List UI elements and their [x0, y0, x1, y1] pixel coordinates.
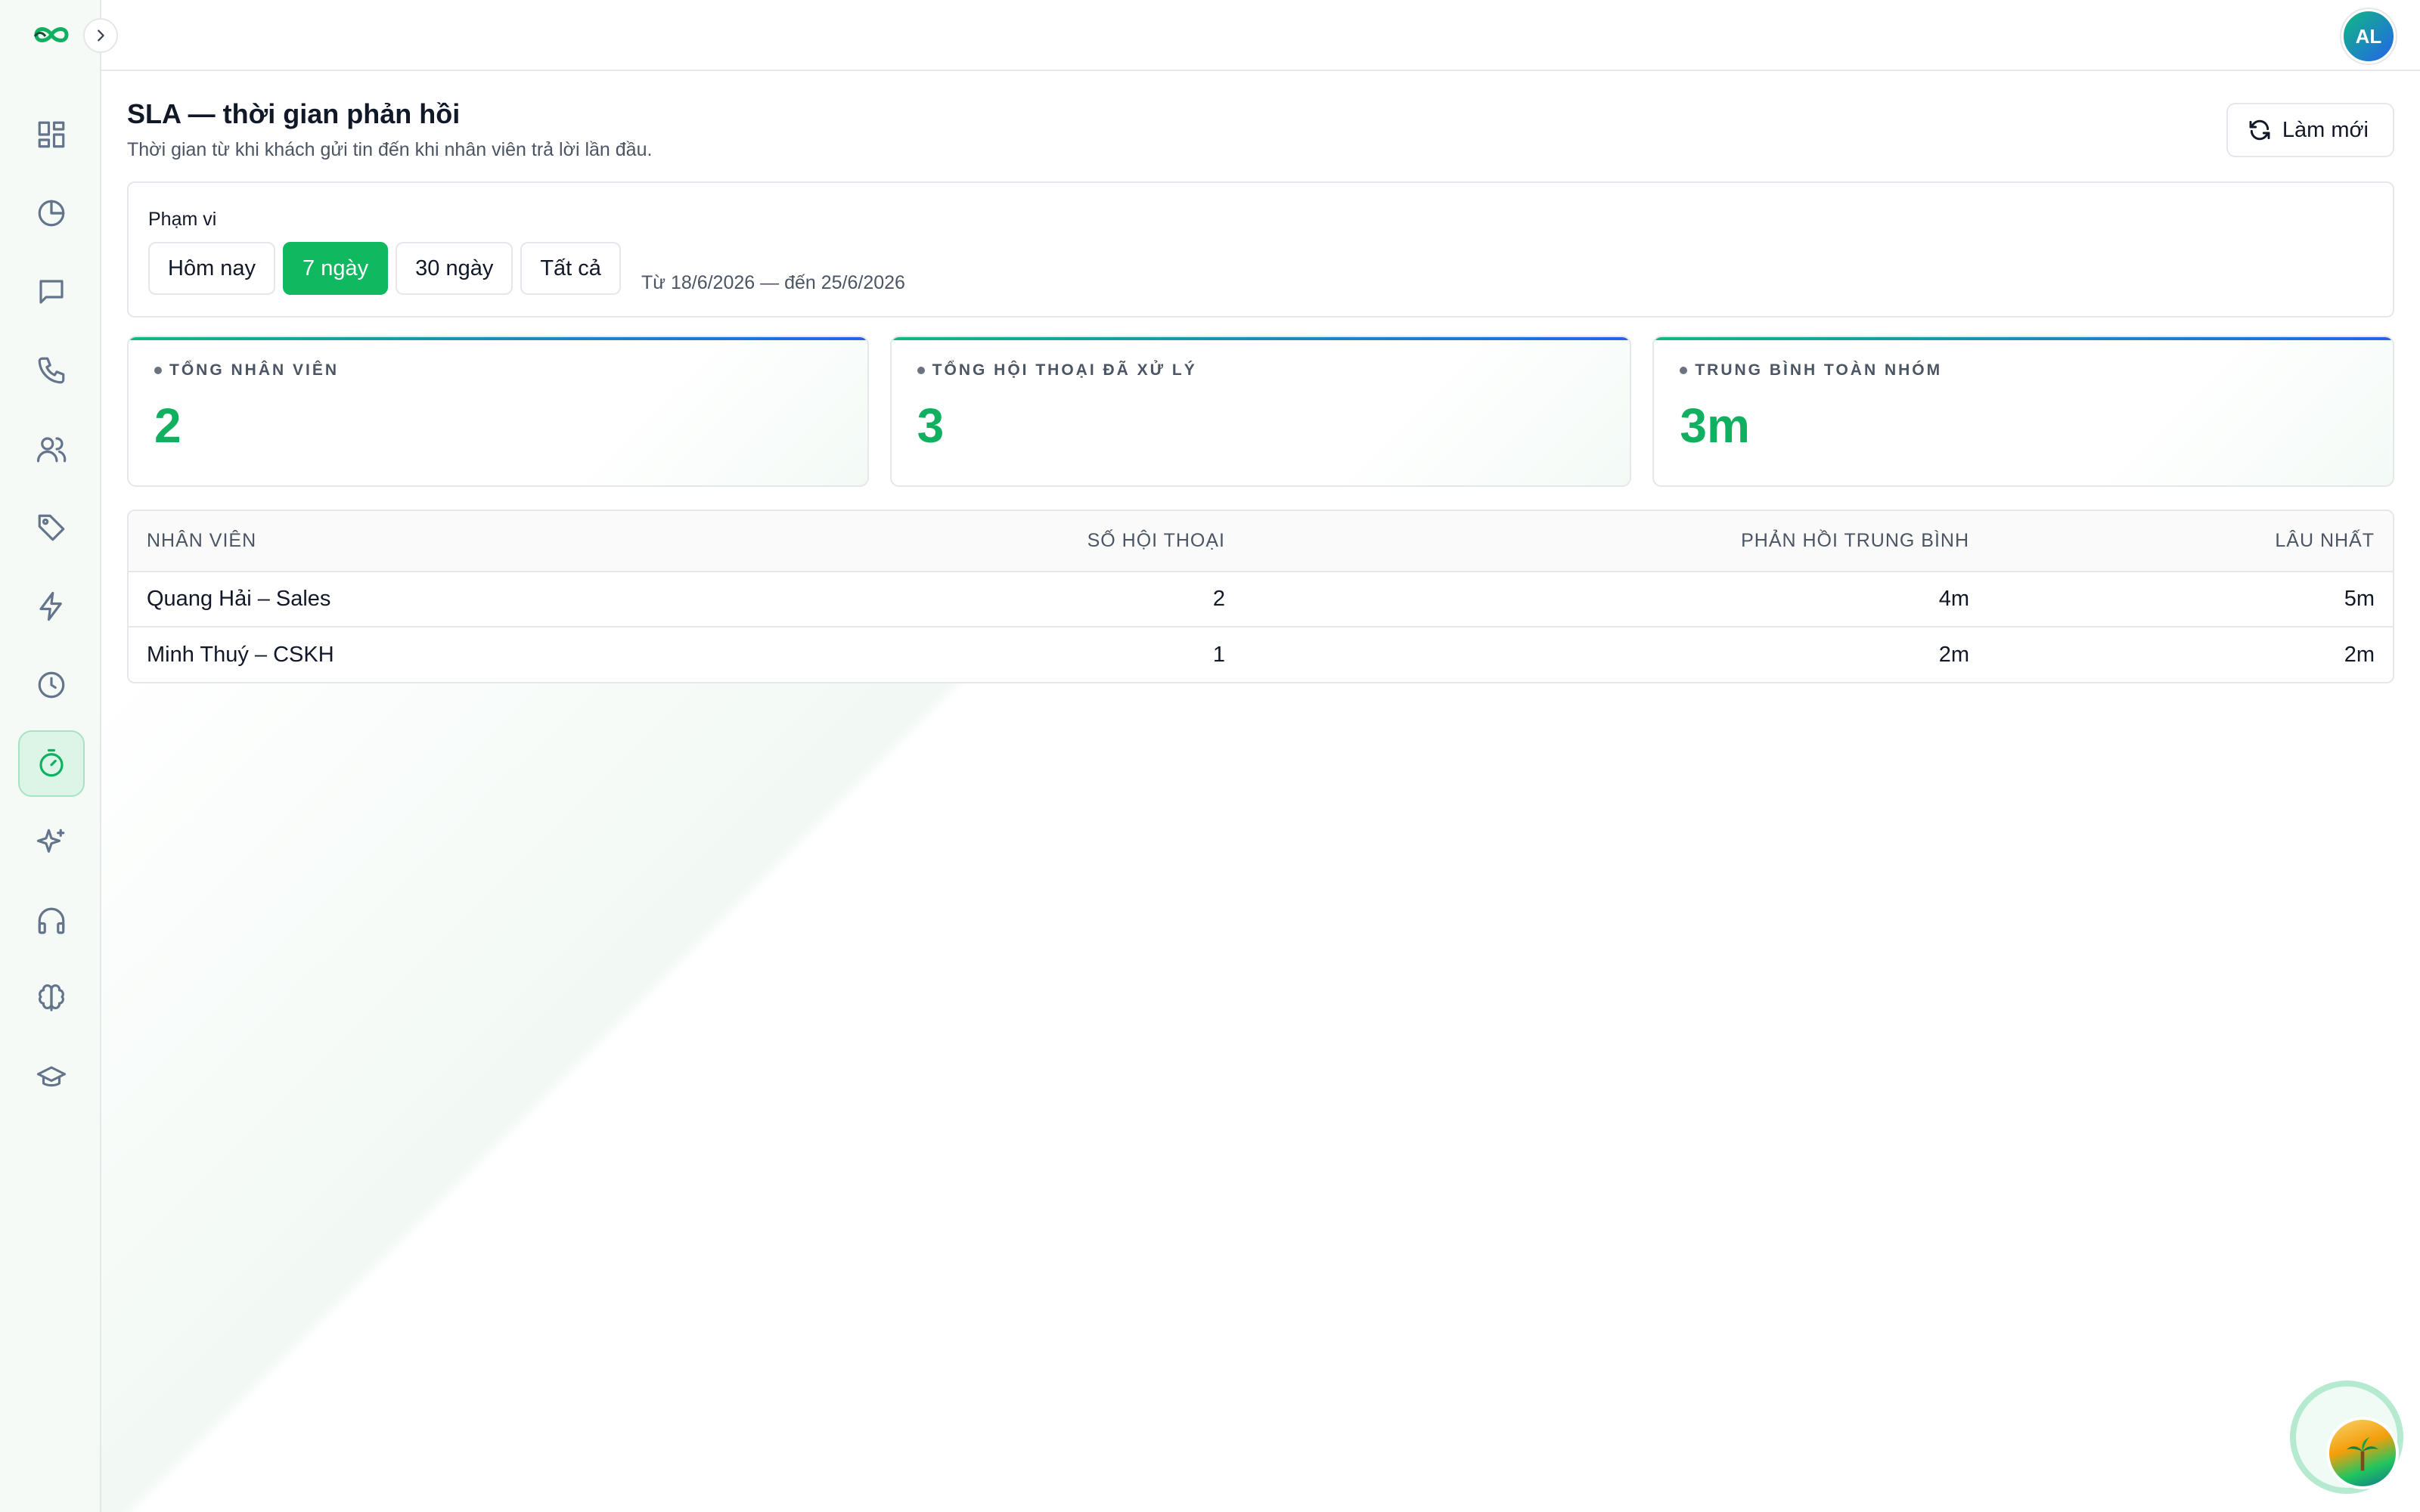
user-avatar[interactable]: AL	[2341, 9, 2396, 64]
sidebar-item-reports[interactable]	[18, 180, 85, 246]
stat-value: 3	[917, 398, 945, 453]
top-bar: AL	[101, 0, 2420, 71]
graduation-cap-icon	[36, 1066, 67, 1087]
column-header-conversations[interactable]: SỐ HỘI THOẠI	[809, 511, 1243, 572]
bullet-icon	[1680, 367, 1688, 374]
timer-icon	[39, 748, 64, 777]
range-filter: Phạm vi Hôm nay 7 ngày 30 ngày Tất cả Từ…	[127, 181, 2394, 318]
sidebar-item-dashboard[interactable]	[18, 101, 85, 168]
sidebar-item-support[interactable]	[18, 888, 85, 954]
cell-longest: 5m	[1987, 572, 2393, 627]
range-options: Hôm nay 7 ngày 30 ngày Tất cả	[148, 242, 621, 295]
logo-icon[interactable]	[30, 21, 73, 48]
brain-icon	[39, 984, 64, 1012]
cell-avg-response: 2m	[1938, 642, 1969, 667]
refresh-icon	[2249, 119, 2270, 141]
stat-label: TỔNG NHÂN VIÊN	[169, 361, 340, 379]
headphones-icon	[38, 907, 65, 934]
column-header-longest[interactable]: LÂU NHẤT	[1987, 511, 2393, 572]
clock-icon	[38, 671, 65, 699]
cell-conversations: 1	[1212, 642, 1225, 667]
range-option-7-days[interactable]: 7 ngày	[283, 242, 389, 295]
sidebar-item-ai[interactable]	[18, 809, 85, 875]
palm-tree-icon	[2347, 1437, 2378, 1471]
date-range-text: Từ 18/6/2026 — đến 25/6/2026	[641, 272, 905, 293]
cell-staff-name: Minh Thuý – CSKH	[147, 642, 334, 667]
table-header-row: NHÂN VIÊN SỐ HỘI THOẠI PHẢN HỒI TRUNG BÌ…	[129, 511, 2393, 572]
table-row[interactable]: Quang Hải – Sales 2 4m 5m	[129, 572, 2393, 627]
sidebar-item-customers[interactable]	[18, 416, 85, 482]
dashboard-icon	[38, 121, 65, 148]
refresh-label: Làm mới	[2282, 117, 2369, 142]
chevron-right-icon	[98, 29, 104, 42]
sidebar-item-sla[interactable]	[18, 730, 85, 797]
sidebar	[0, 0, 101, 1512]
range-option-30-days[interactable]: 30 ngày	[396, 242, 513, 295]
sidebar-item-knowledge[interactable]	[18, 966, 85, 1033]
range-filter-label: Phạm vi	[148, 209, 217, 230]
sidebar-item-history[interactable]	[18, 652, 85, 718]
stat-label: TRUNG BÌNH TOÀN NHÓM	[1695, 361, 1943, 379]
sidebar-item-training[interactable]	[18, 1045, 85, 1111]
column-header-staff[interactable]: NHÂN VIÊN	[129, 511, 809, 572]
sidebar-nav	[0, 101, 101, 1123]
range-option-all[interactable]: Tất cả	[520, 242, 621, 295]
staff-sla-table: NHÂN VIÊN SỐ HỘI THOẠI PHẢN HỒI TRUNG BÌ…	[127, 510, 2394, 683]
pie-chart-icon	[38, 200, 65, 227]
stat-value: 2	[154, 398, 182, 453]
stat-label: TỔNG HỘI THOẠI ĐÃ XỬ LÝ	[932, 361, 1197, 379]
cell-longest: 2m	[2344, 642, 2375, 667]
stat-value: 3m	[1680, 398, 1750, 453]
sidebar-item-calls[interactable]	[18, 337, 85, 404]
sidebar-item-automation[interactable]	[18, 573, 85, 640]
zap-icon	[39, 591, 62, 621]
range-option-today[interactable]: Hôm nay	[148, 242, 276, 295]
cell-staff-name: Quang Hải – Sales	[129, 572, 809, 627]
bullet-icon	[917, 367, 925, 374]
sidebar-toggle-button[interactable]	[83, 18, 118, 53]
chat-icon	[39, 280, 64, 304]
stats-row: TỔNG NHÂN VIÊN 2 TỔNG HỘI THOẠI ĐÃ XỬ LÝ…	[127, 336, 2395, 487]
phone-icon	[38, 357, 65, 384]
bullet-icon	[154, 367, 162, 374]
page-title: SLA — thời gian phản hồi	[127, 98, 461, 129]
sidebar-item-tags[interactable]	[18, 494, 85, 561]
stat-card-total-staff: TỔNG NHÂN VIÊN 2	[127, 336, 869, 487]
stat-card-total-conversations: TỔNG HỘI THOẠI ĐÃ XỬ LÝ 3	[889, 336, 1632, 487]
table-row[interactable]: Minh Thuý – CSKH 1 2m 2m	[129, 627, 2393, 682]
cell-conversations: 2	[809, 572, 1243, 627]
stat-card-team-average: TRUNG BÌNH TOÀN NHÓM 3m	[1652, 336, 2395, 487]
users-icon	[36, 437, 67, 463]
tag-icon	[38, 514, 65, 541]
chat-widget-button[interactable]	[2290, 1380, 2403, 1494]
column-header-avg-response[interactable]: PHẢN HỒI TRUNG BÌNH	[1243, 511, 1987, 572]
cell-avg-response: 4m	[1243, 572, 1987, 627]
sidebar-item-chat[interactable]	[18, 259, 85, 325]
page-subtitle: Thời gian từ khi khách gửi tin đến khi n…	[127, 139, 653, 160]
refresh-button[interactable]: Làm mới	[2226, 103, 2394, 157]
background-decoration	[101, 680, 1160, 1512]
sparkles-icon	[36, 829, 65, 853]
